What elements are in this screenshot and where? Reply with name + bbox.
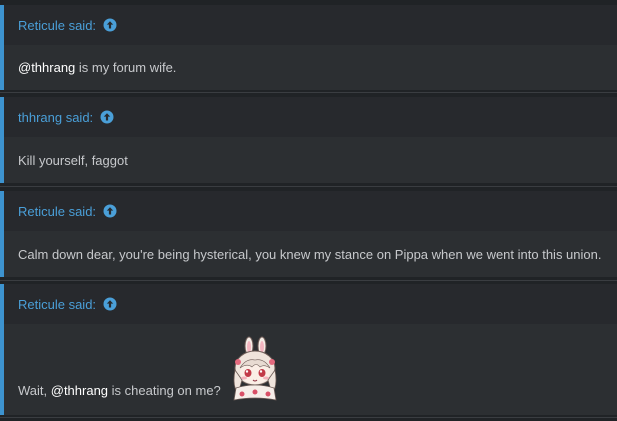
quote-text: @thhrang is my forum wife. (18, 60, 177, 75)
quote-block-4: Reticule said: Wait, @thhrang is cheatin… (0, 284, 617, 415)
user-mention-link[interactable]: @thhrang (51, 383, 108, 398)
quote-author-link[interactable]: thhrang said: (18, 110, 93, 125)
divider (0, 186, 617, 187)
arrow-up-circle-icon[interactable] (103, 297, 117, 311)
quote-text: Wait, @thhrang is cheating on me? (18, 383, 221, 398)
quote-header: Reticule said: (4, 284, 617, 324)
quote-header: Reticule said: (4, 5, 617, 45)
divider (0, 417, 617, 418)
quote-header: thhrang said: (4, 97, 617, 137)
quote-block-2: thhrang said: Kill yourself, faggot (0, 97, 617, 183)
quote-text: Calm down dear, you're being hysterical,… (18, 247, 602, 262)
quote-author-link[interactable]: Reticule said: (18, 18, 96, 33)
user-mention-link[interactable]: @thhrang (18, 60, 75, 75)
quote-block-1: Reticule said: @thhrang is my forum wife… (0, 5, 617, 90)
divider (0, 92, 617, 93)
quote-body: @thhrang is my forum wife. (4, 45, 617, 90)
quote-body: Wait, @thhrang is cheating on me? (4, 324, 617, 415)
quote-author-link[interactable]: Reticule said: (18, 204, 96, 219)
divider (0, 280, 617, 281)
arrow-up-circle-icon[interactable] (103, 204, 117, 218)
arrow-up-circle-icon[interactable] (100, 110, 114, 124)
quote-header: Reticule said: (4, 191, 617, 231)
quote-text: Kill yourself, faggot (18, 153, 128, 168)
quote-body: Kill yourself, faggot (4, 137, 617, 183)
quote-body: Calm down dear, you're being hysterical,… (4, 231, 617, 277)
quote-author-link[interactable]: Reticule said: (18, 297, 96, 312)
quote-block-3: Reticule said: Calm down dear, you're be… (0, 191, 617, 277)
anime-bunny-girl-sticker (233, 336, 277, 401)
arrow-up-circle-icon[interactable] (103, 18, 117, 32)
